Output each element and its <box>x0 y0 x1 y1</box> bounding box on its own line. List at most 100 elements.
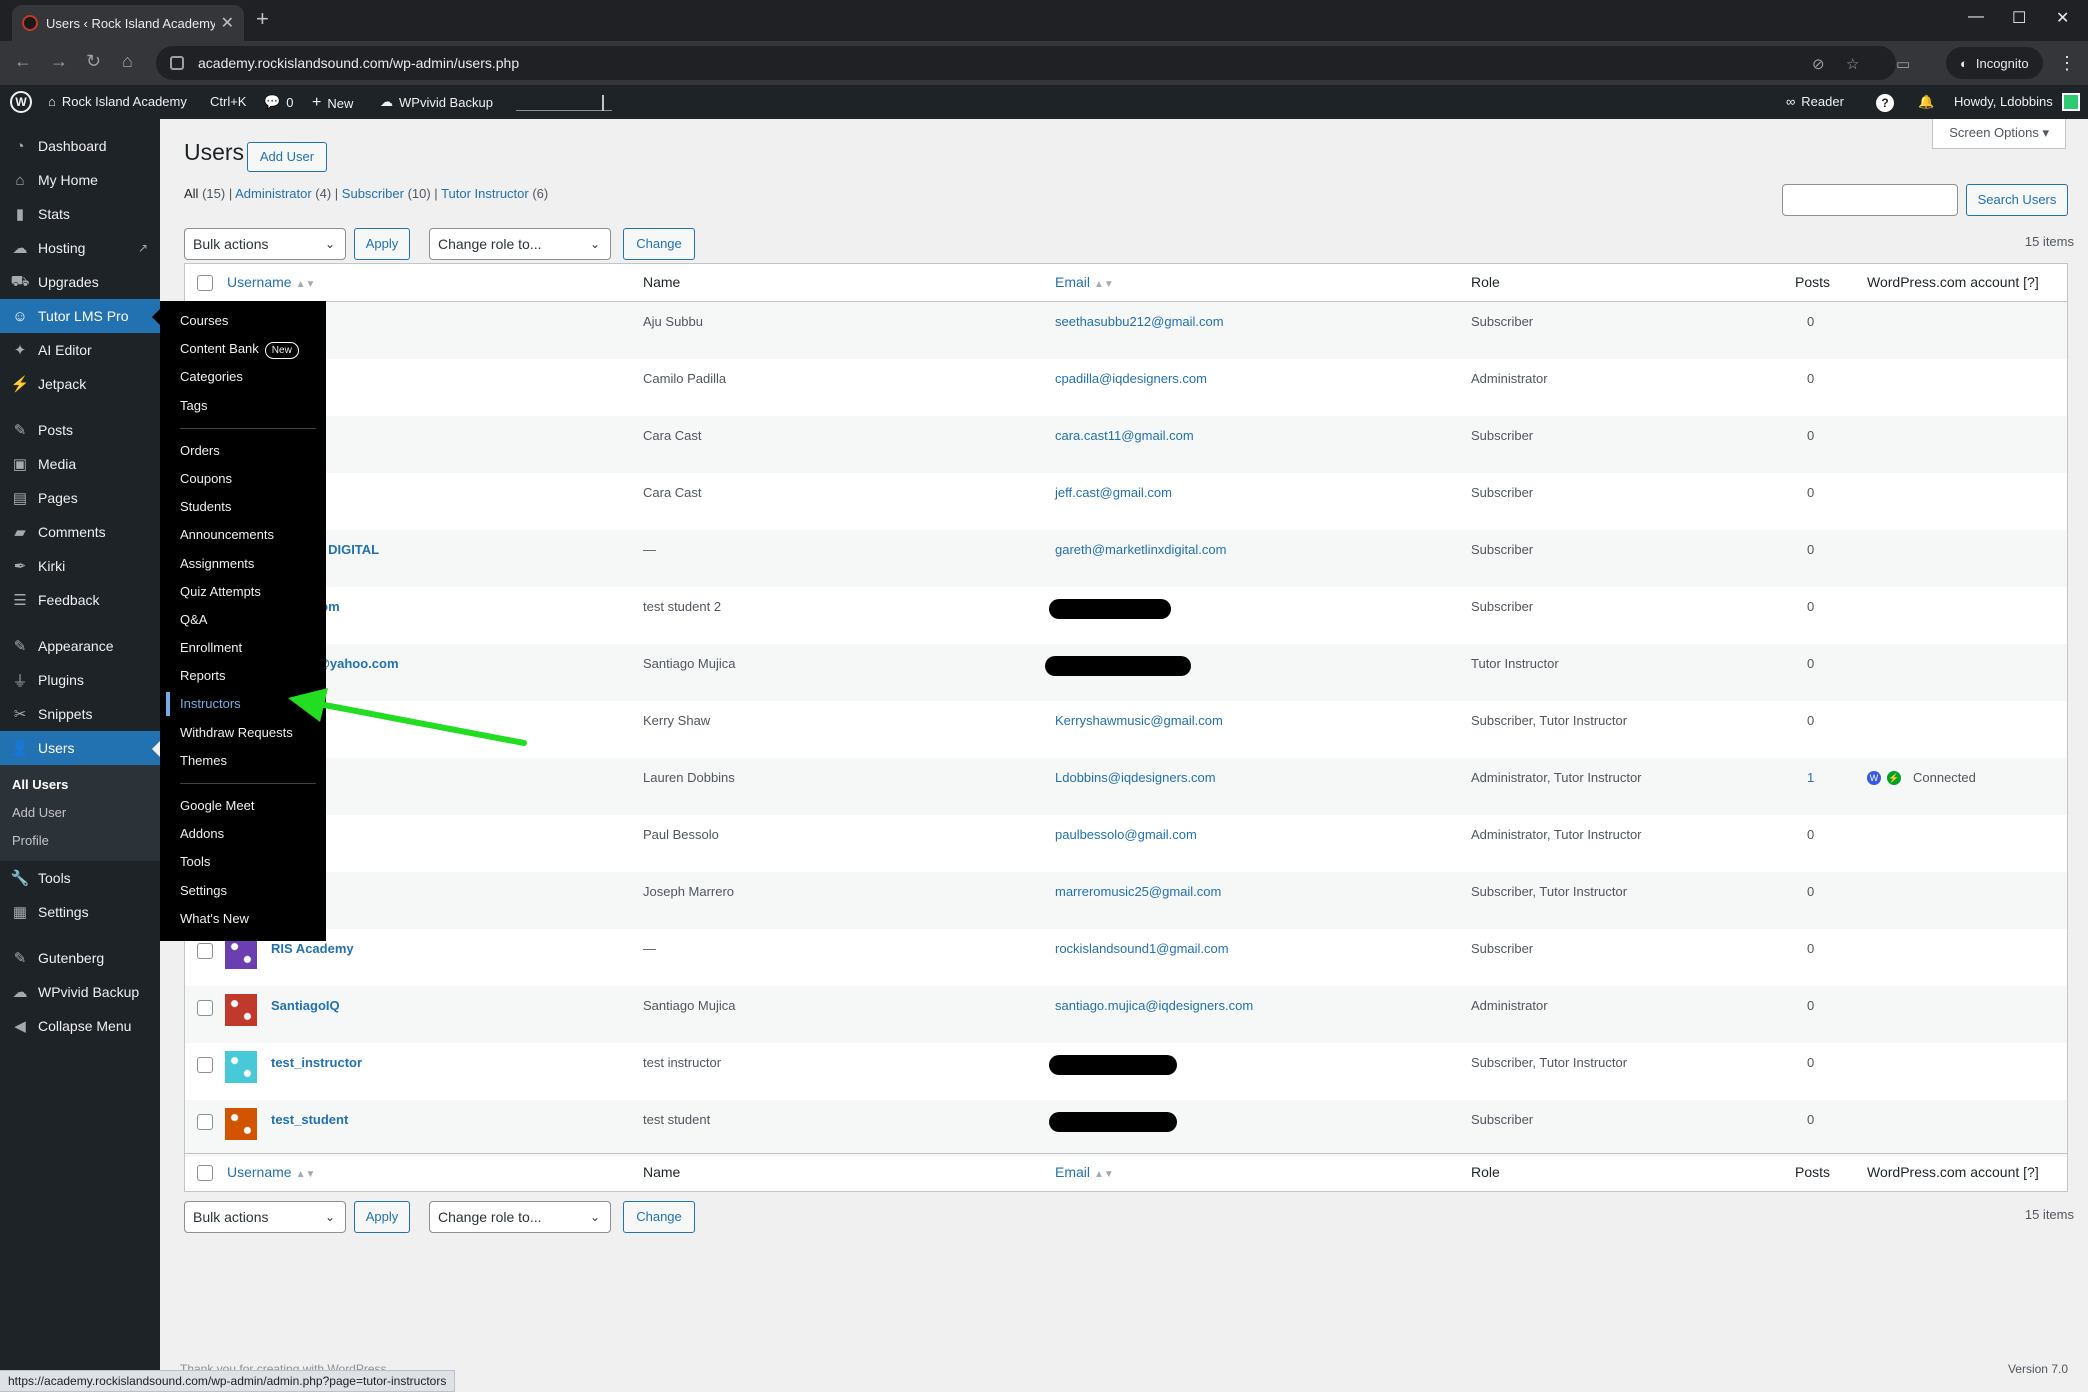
home-icon[interactable]: ⌂ <box>122 51 133 72</box>
address-bar[interactable]: academy.rockislandsound.com/wp-admin/use… <box>156 46 1896 80</box>
sidebar-item-users[interactable]: 👤 Users <box>0 731 160 765</box>
sidebar-item-dashboard[interactable]: ◔ Dashboard <box>0 129 160 163</box>
avatar[interactable] <box>2062 93 2080 111</box>
email-link[interactable]: Ldobbins@iqdesigners.com <box>1055 770 1216 785</box>
row-checkbox[interactable] <box>197 1057 213 1073</box>
submenu-profile[interactable]: Profile <box>0 827 160 855</box>
email-column-header[interactable]: Email ▲▼ <box>1055 274 1114 290</box>
tutor-menu-item[interactable]: Themes <box>160 747 326 775</box>
sidebar-item-ai-editor[interactable]: ✦ AI Editor <box>0 333 160 367</box>
help-icon[interactable]: ? <box>1876 94 1894 112</box>
tutor-menu-item[interactable]: Assignments <box>160 550 326 578</box>
sidebar-item-appearance[interactable]: ✎ Appearance <box>0 629 160 663</box>
stats-sparkline[interactable] <box>516 95 612 111</box>
user-posts[interactable]: 1 <box>1807 770 1814 785</box>
new-tab-icon[interactable]: + <box>256 6 269 32</box>
browser-menu-icon[interactable]: ⋮ <box>2058 53 2076 74</box>
email-link[interactable]: Kerryshawmusic@gmail.com <box>1055 713 1223 728</box>
wordpress-logo-icon[interactable]: W <box>10 91 32 113</box>
username-link[interactable]: test_instructor <box>271 1055 362 1070</box>
email-column-header[interactable]: Email ▲▼ <box>1055 1164 1114 1180</box>
help-link[interactable]: [?] <box>2023 274 2039 290</box>
change-button-bottom[interactable]: Change <box>623 1201 695 1233</box>
tutor-menu-item[interactable]: Tools <box>160 848 326 876</box>
wpvivid-backup-link[interactable]: ☁ WPvivid Backup <box>380 94 493 110</box>
notifications-bell-icon[interactable]: 🔔 <box>1918 94 1934 110</box>
new-content-menu[interactable]: + New <box>312 94 353 112</box>
comments-link[interactable]: 💬 0 <box>264 94 293 110</box>
sidebar-item-settings[interactable]: ▦ Settings <box>0 895 160 929</box>
tutor-menu-item[interactable]: Content Bank New <box>160 335 326 363</box>
tutor-menu-item[interactable]: Announcements <box>160 521 326 549</box>
minimize-icon[interactable]: — <box>1968 8 1984 26</box>
cast-icon[interactable]: ▭ <box>1896 55 1910 73</box>
sidebar-item-posts[interactable]: ✎ Posts <box>0 413 160 447</box>
submenu-all-users[interactable]: All Users <box>0 771 160 799</box>
apply-button[interactable]: Apply <box>354 228 410 260</box>
email-link[interactable]: marreromusic25@gmail.com <box>1055 884 1221 899</box>
tutor-menu-item[interactable]: Orders <box>160 437 326 465</box>
tutor-menu-item[interactable]: Addons <box>160 820 326 848</box>
username-column-header[interactable]: Username ▲▼ <box>227 1164 315 1180</box>
sidebar-item-jetpack[interactable]: ⚡ Jetpack <box>0 367 160 401</box>
sidebar-item-stats[interactable]: ▮ Stats <box>0 197 160 231</box>
tutor-menu-item[interactable]: Enrollment <box>160 634 326 662</box>
tutor-menu-item[interactable]: Courses <box>160 307 326 335</box>
apply-button-bottom[interactable]: Apply <box>354 1201 410 1233</box>
star-icon[interactable]: ☆ <box>1846 55 1859 73</box>
username-link[interactable]: test_student <box>271 1112 348 1127</box>
reload-icon[interactable]: ↻ <box>86 51 101 72</box>
sidebar-item-pages[interactable]: ▤ Pages <box>0 481 160 515</box>
bulk-actions-select[interactable]: Bulk actions ⌄ <box>184 228 346 260</box>
sidebar-item-media[interactable]: ▣ Media <box>0 447 160 481</box>
sidebar-item-feedback[interactable]: ☰ Feedback <box>0 583 160 617</box>
email-link[interactable]: jeff.cast@gmail.com <box>1055 485 1172 500</box>
filter-administrator[interactable]: Administrator <box>235 186 312 201</box>
sidebar-item-gutenberg[interactable]: ✎ Gutenberg <box>0 941 160 975</box>
sidebar-item-tools[interactable]: 🔧 Tools <box>0 861 160 895</box>
my-account-menu[interactable]: Howdy, Ldobbins <box>1954 94 2053 109</box>
close-tab-icon[interactable]: ✕ <box>221 13 234 33</box>
sidebar-item-snippets[interactable]: ✂ Snippets <box>0 697 160 731</box>
email-link[interactable]: seethasubbu212@gmail.com <box>1055 314 1224 329</box>
change-role-select[interactable]: Change role to... ⌄ <box>429 228 611 260</box>
sidebar-item-wpvivid-backup[interactable]: ☁ WPvivid Backup <box>0 975 160 1009</box>
email-link[interactable]: cara.cast11@gmail.com <box>1055 428 1194 443</box>
email-link[interactable]: paulbessolo@gmail.com <box>1055 827 1197 842</box>
sidebar-item-my-home[interactable]: ⌂ My Home <box>0 163 160 197</box>
bulk-actions-select-bottom[interactable]: Bulk actions ⌄ <box>184 1201 346 1233</box>
email-link[interactable]: rockislandsound1@gmail.com <box>1055 941 1229 956</box>
row-checkbox[interactable] <box>197 1000 213 1016</box>
sidebar-item-comments[interactable]: ▰ Comments <box>0 515 160 549</box>
screen-options-button[interactable]: Screen Options ▾ <box>1932 119 2066 149</box>
change-role-select-bottom[interactable]: Change role to... ⌄ <box>429 1201 611 1233</box>
sidebar-item-tutor-lms-pro[interactable]: ☺ Tutor LMS Pro <box>0 299 160 333</box>
filter-all[interactable]: All <box>184 186 198 201</box>
tutor-menu-item[interactable]: Coupons <box>160 465 326 493</box>
email-link[interactable]: santiago.mujica@iqdesigners.com <box>1055 998 1253 1013</box>
filter-subscriber[interactable]: Subscriber <box>342 186 404 201</box>
tutor-menu-item[interactable]: Reports <box>160 662 326 690</box>
search-users-input[interactable] <box>1782 184 1958 216</box>
tutor-menu-item[interactable]: Google Meet <box>160 792 326 820</box>
sidebar-item-upgrades[interactable]: ⛟ Upgrades <box>0 265 160 299</box>
incognito-badge[interactable]: ◐ Incognito <box>1946 47 2043 79</box>
search-users-button[interactable]: Search Users <box>1966 184 2068 216</box>
tutor-menu-item[interactable]: Q&A <box>160 606 326 634</box>
row-checkbox[interactable] <box>197 943 213 959</box>
filter-tutor-instructor[interactable]: Tutor Instructor <box>441 186 529 201</box>
row-checkbox[interactable] <box>197 1114 213 1130</box>
tutor-menu-item[interactable]: What's New <box>160 905 326 933</box>
tutor-menu-item[interactable]: Students <box>160 493 326 521</box>
browser-tab[interactable]: Users ‹ Rock Island Academy — ✕ <box>12 5 244 41</box>
eye-off-icon[interactable]: ⊘ <box>1812 55 1825 73</box>
help-link[interactable]: [?] <box>2023 1164 2039 1180</box>
email-link[interactable]: gareth@marketlinxdigital.com <box>1055 542 1226 557</box>
tutor-menu-item[interactable]: Quiz Attempts <box>160 578 326 606</box>
submenu-add-user[interactable]: Add User <box>0 799 160 827</box>
tutor-menu-item[interactable]: Tags <box>160 392 326 420</box>
select-all-checkbox[interactable] <box>197 1165 213 1181</box>
maximize-icon[interactable]: ☐ <box>2012 8 2026 28</box>
close-window-icon[interactable]: ✕ <box>2056 8 2069 28</box>
sidebar-item-plugins[interactable]: ⏚ Plugins <box>0 663 160 697</box>
